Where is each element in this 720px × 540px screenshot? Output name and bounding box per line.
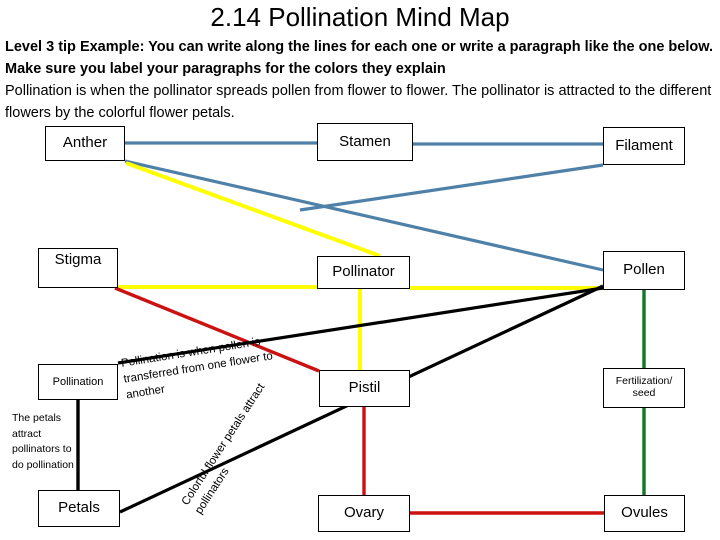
node-ovules[interactable]: Ovules xyxy=(604,495,685,532)
node-filament[interactable]: Filament xyxy=(603,127,685,165)
node-pollination[interactable]: Pollination xyxy=(38,364,118,400)
line-filament-pollinator xyxy=(299,163,604,212)
node-stamen[interactable]: Stamen xyxy=(317,123,413,161)
node-fertilization-seed[interactable]: Fertilization/ seed xyxy=(603,368,685,408)
node-pollinator-label: Pollinator xyxy=(332,263,395,281)
node-pollination-label: Pollination xyxy=(52,375,104,388)
node-stamen-label: Stamen xyxy=(339,132,391,150)
node-anther-label: Anther xyxy=(62,134,108,152)
node-pollen[interactable]: Pollen xyxy=(603,251,685,290)
node-stigma-label: Stigma xyxy=(54,251,102,268)
node-pollen-label: Pollen xyxy=(623,261,665,279)
node-ovary-label: Ovary xyxy=(343,504,384,522)
node-fertilization-seed-label: Fertilization/ seed xyxy=(615,375,673,399)
node-petals-label: Petals xyxy=(58,499,100,517)
mind-map-canvas: 2.14 Pollination Mind Map Level 3 tip Ex… xyxy=(0,0,720,540)
node-stigma[interactable]: Stigma xyxy=(38,248,118,288)
note-petals-attract: The petals attract pollinators to do pol… xyxy=(12,412,74,471)
node-filament-label: Filament xyxy=(615,136,673,154)
node-pistil-label: Pistil xyxy=(348,379,381,397)
node-ovules-label: Ovules xyxy=(621,504,668,522)
line-anther-pollen xyxy=(124,159,604,272)
node-anther[interactable]: Anther xyxy=(45,126,125,161)
node-petals[interactable]: Petals xyxy=(38,490,120,527)
node-ovary[interactable]: Ovary xyxy=(318,495,410,532)
node-pistil[interactable]: Pistil xyxy=(319,370,410,407)
node-pollinator[interactable]: Pollinator xyxy=(317,256,410,289)
